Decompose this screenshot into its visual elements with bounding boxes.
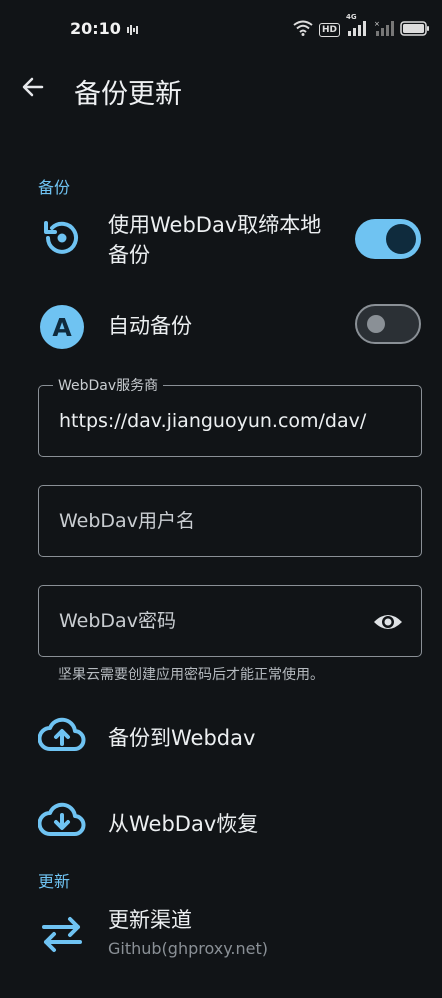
page-title: 备份更新 — [74, 79, 182, 110]
backup-to-webdav-label: 备份到Webdav — [108, 726, 256, 750]
update-channel-title: 更新渠道 — [108, 908, 192, 932]
restore-icon — [38, 214, 86, 262]
section-label-update: 更新 — [38, 872, 71, 891]
auto-icon: A — [40, 305, 84, 349]
webdav-password-input[interactable] — [59, 586, 379, 656]
restore-from-webdav-label: 从WebDav恢复 — [108, 812, 259, 836]
signal-2-icon: × — [374, 20, 394, 40]
webdav-username-field[interactable] — [38, 485, 422, 557]
webdav-toggle-label: 使用WebDav取缔本地 备份 — [108, 210, 321, 270]
auto-backup-label: 自动备份 — [108, 314, 192, 338]
cloud-download-icon — [37, 800, 86, 844]
webdav-toggle-label-line2: 备份 — [108, 243, 150, 267]
wifi-icon — [293, 20, 313, 40]
status-time: 20:10 — [70, 19, 121, 38]
status-icons: HD 4G × — [293, 13, 430, 40]
auto-icon-letter: A — [52, 312, 72, 342]
webdav-password-field[interactable] — [38, 585, 422, 657]
cloud-upload-icon — [37, 715, 86, 759]
signal-icon: 4G — [346, 13, 368, 40]
back-arrow-icon[interactable] — [18, 72, 48, 102]
backup-to-webdav-button[interactable]: 备份到Webdav — [0, 705, 442, 771]
update-channel-value: Github(ghproxy.net) — [108, 939, 269, 958]
password-helper-text: 坚果云需要创建应用密码后才能正常使用。 — [58, 667, 324, 683]
update-channel-item[interactable]: 更新渠道 Github(ghproxy.net) — [0, 900, 442, 970]
webdav-toggle-label-line1: 使用WebDav取缔本地 — [108, 213, 322, 237]
swap-icon — [40, 914, 84, 958]
network-type-label: 4G — [346, 13, 357, 21]
restore-from-webdav-button[interactable]: 从WebDav恢复 — [0, 790, 442, 856]
battery-icon — [400, 20, 430, 40]
svg-text:×: × — [374, 20, 380, 28]
webdav-server-input[interactable] — [59, 386, 379, 456]
eye-icon[interactable] — [373, 608, 403, 636]
hd-badge: HD — [318, 23, 340, 37]
webdav-server-field[interactable]: WebDav服务商 — [38, 375, 422, 457]
webdav-toggle-switch[interactable] — [355, 219, 421, 259]
switch-knob — [367, 315, 385, 333]
section-label-backup: 备份 — [38, 178, 71, 197]
webdav-username-input[interactable] — [59, 486, 379, 556]
notification-icon — [126, 22, 140, 41]
switch-knob — [386, 224, 416, 254]
auto-backup-switch[interactable] — [355, 304, 421, 344]
